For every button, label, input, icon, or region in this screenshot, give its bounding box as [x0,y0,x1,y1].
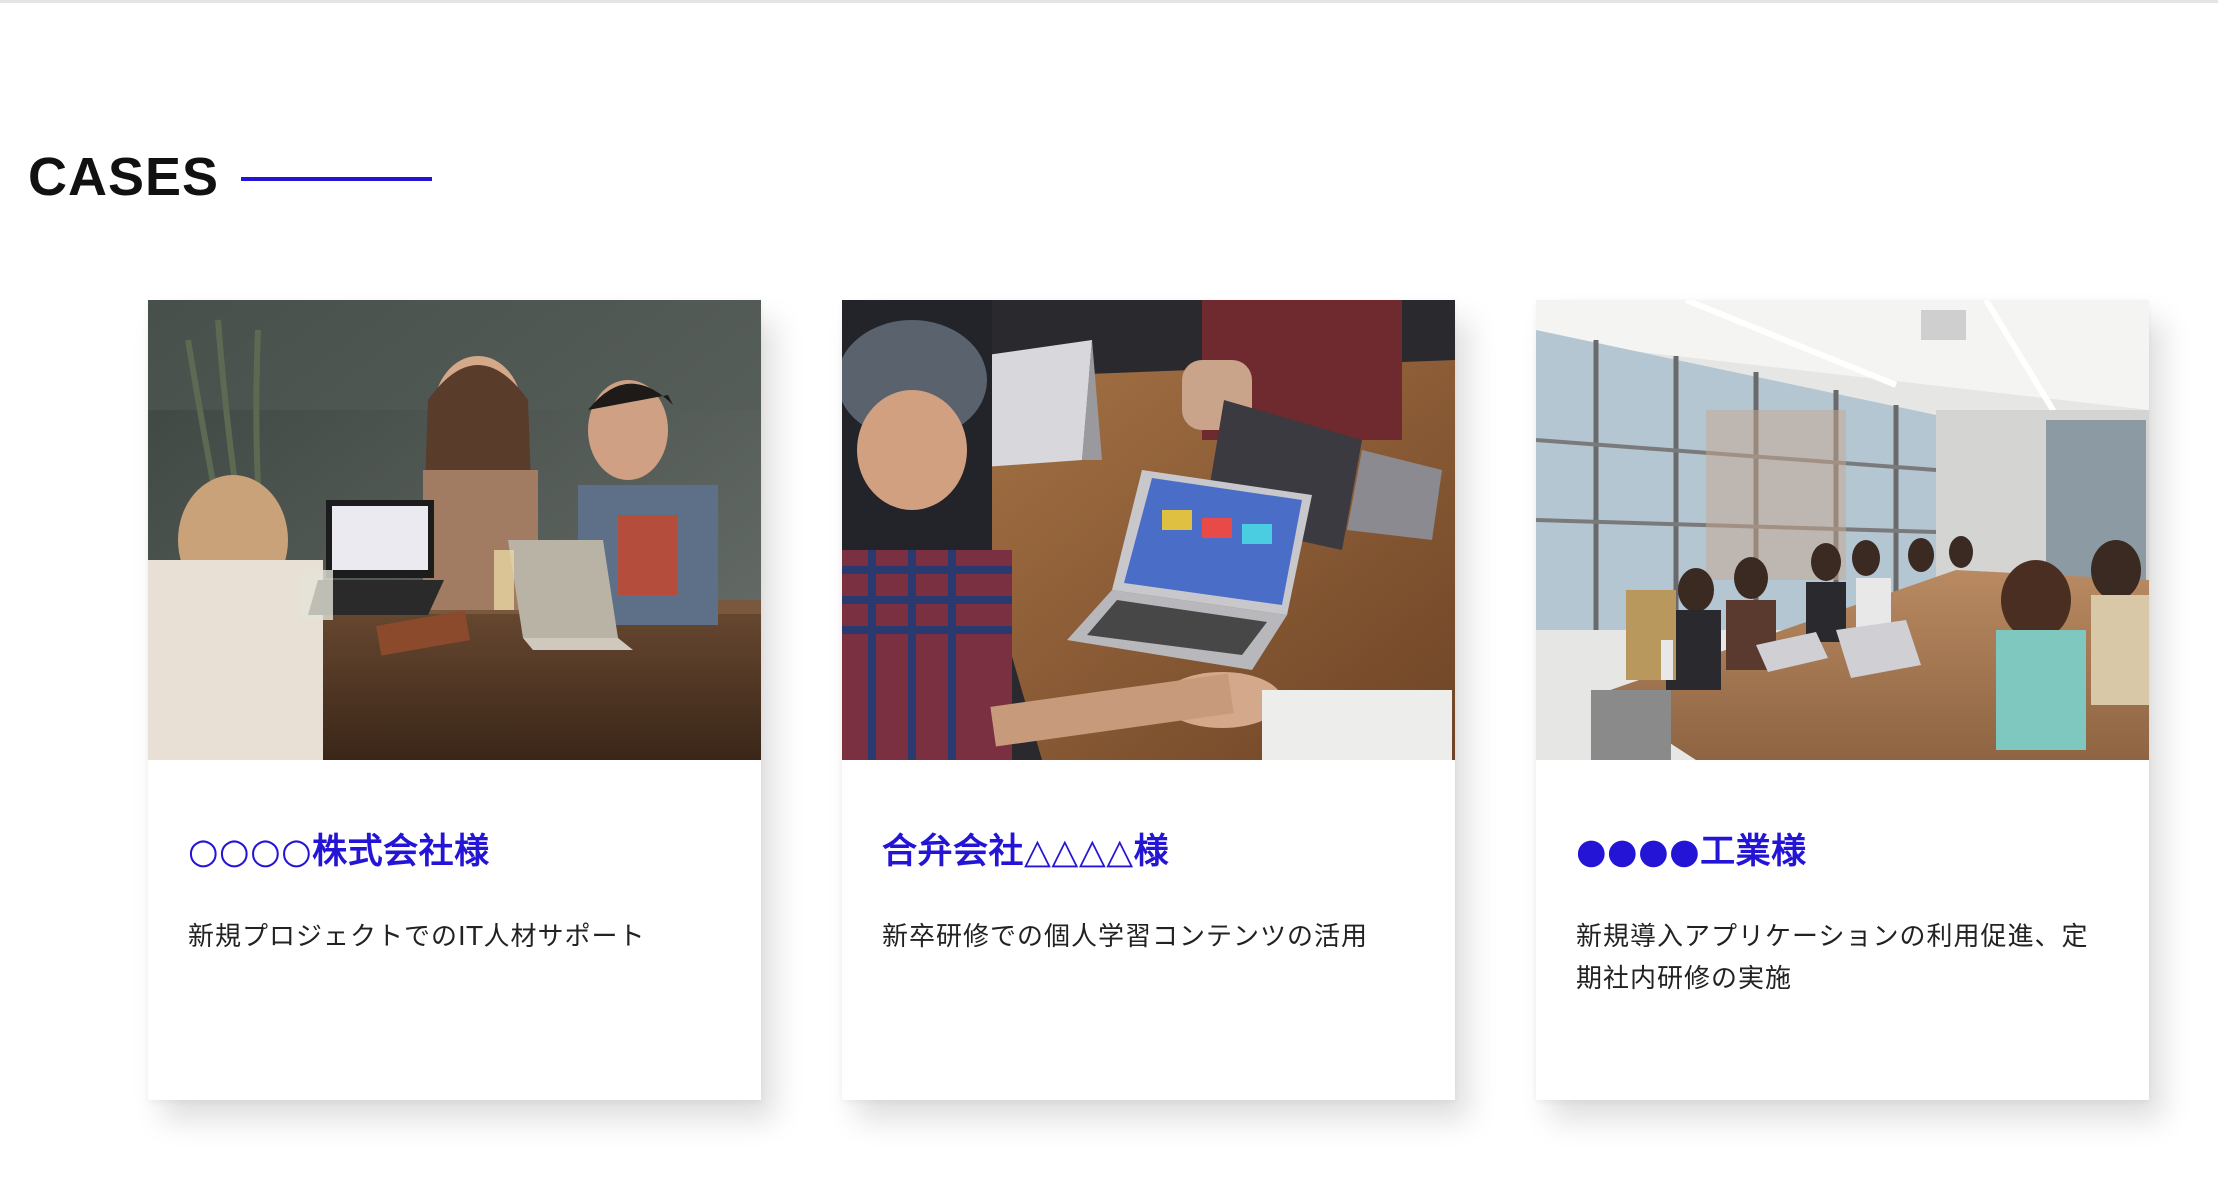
section-title: CASES [28,147,220,207]
case-company-name: ○○○○株式会社様 [188,832,490,872]
case-company-name: 合弁会社△△△△様 [882,832,1170,872]
case-photo [148,300,761,760]
case-photo [1536,300,2149,760]
section-header: CASES [28,147,433,207]
case-description: 新規プロジェクトでのIT人材サポート [188,922,646,952]
title-accent-line [241,177,433,181]
case-photo [842,300,1455,760]
case-description: 新規導入アプリケーションの利用促進、定期社内研修の実施 [1576,922,2089,994]
case-card[interactable]: 合弁会社△△△△様 新卒研修での個人学習コンテンツの活用 [842,300,1455,1100]
case-card[interactable]: ●●●●工業様 新規導入アプリケーションの利用促進、定期社内研修の実施 [1536,300,2149,1100]
case-card[interactable]: ○○○○株式会社様 新規プロジェクトでのIT人材サポート [148,300,761,1100]
case-card-list: ○○○○株式会社様 新規プロジェクトでのIT人材サポート 合弁会社△△△△様 新… [148,300,2149,1100]
case-company-name: ●●●●工業様 [1576,832,1807,872]
top-divider [0,0,2218,3]
case-description: 新卒研修での個人学習コンテンツの活用 [882,922,1369,952]
